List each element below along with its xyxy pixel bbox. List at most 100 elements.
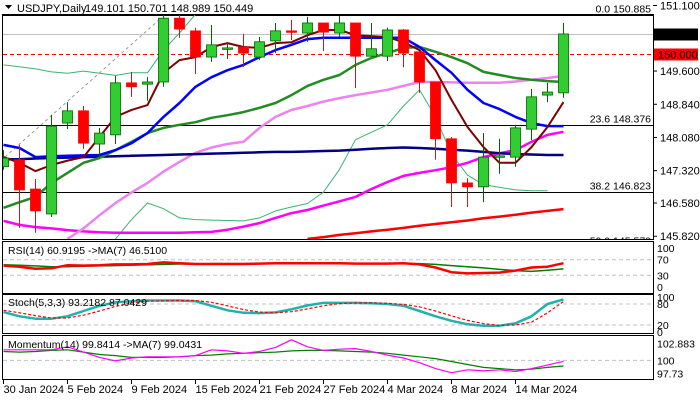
symbol-title: USDJPY,Daily xyxy=(17,3,87,15)
candle-body xyxy=(142,81,153,85)
candle[interactable] xyxy=(0,150,9,170)
candle[interactable] xyxy=(558,22,569,98)
candle-body xyxy=(3,157,9,168)
candle-body xyxy=(494,155,505,158)
indicator-axis-label: 70 xyxy=(657,255,669,267)
candle[interactable] xyxy=(526,88,537,141)
price-axis-label: 148.080 xyxy=(660,132,700,144)
candle-body xyxy=(110,82,121,136)
momentum-label: Momentum(14) 99.8414 ->MA(7) 99.0431 xyxy=(8,339,202,351)
candle-body xyxy=(558,33,569,94)
candle-body xyxy=(318,22,329,33)
candle-body xyxy=(478,156,489,188)
candle[interactable] xyxy=(254,36,265,61)
price-axis-label: 146.580 xyxy=(660,198,700,210)
time-axis-label: 9 Feb 2024 xyxy=(132,384,188,396)
candle-body xyxy=(414,51,425,83)
candle-body xyxy=(190,30,201,58)
rsi-label: RSI(14) 60.9195 ->MA(7) 46.5100 xyxy=(8,245,167,257)
candle-body xyxy=(446,138,457,184)
fib-level-label: 0.0 150.885 xyxy=(596,4,652,16)
indicator-axis-label: 97.73 xyxy=(657,369,683,381)
time-axis-label: 14 Mar 2024 xyxy=(516,384,578,396)
candle-body xyxy=(430,81,441,140)
candle[interactable] xyxy=(414,51,425,93)
candle-body xyxy=(94,132,105,145)
indicator-axis-label: 80 xyxy=(657,299,669,311)
fib-level-label: 23.6 148.376 xyxy=(590,114,651,126)
indicator-axis-label: 100 xyxy=(657,355,675,367)
ohlc-readout: 149.101 150.701 148.989 150.449 xyxy=(85,3,253,15)
candle[interactable] xyxy=(78,106,89,149)
candle-body xyxy=(334,22,345,34)
candle[interactable] xyxy=(110,75,121,145)
candle[interactable] xyxy=(30,178,41,233)
candle-body xyxy=(542,91,553,96)
candle-body xyxy=(382,29,393,57)
time-axis-label: 5 Feb 2024 xyxy=(68,384,124,396)
time-axis-label: 21 Feb 2024 xyxy=(260,384,322,396)
rsi-panel[interactable] xyxy=(3,259,653,276)
candle-body xyxy=(30,188,41,212)
candle[interactable] xyxy=(494,138,505,174)
candle-body xyxy=(14,159,25,191)
price-axis-label: 151.100 xyxy=(660,1,700,13)
candle-body xyxy=(398,29,409,54)
price-axis-label: 147.320 xyxy=(660,166,700,178)
candle-body xyxy=(270,30,281,42)
candle[interactable] xyxy=(46,114,57,218)
candle[interactable] xyxy=(286,19,297,41)
candle[interactable] xyxy=(382,27,393,61)
candle[interactable] xyxy=(398,29,409,68)
candle-body xyxy=(302,22,313,34)
candle-body xyxy=(366,48,377,57)
candle-body xyxy=(462,182,473,188)
candle[interactable] xyxy=(222,43,233,59)
candle-body xyxy=(238,46,249,54)
indicator-axis-label: 102.883 xyxy=(657,338,695,350)
candle-body xyxy=(62,110,73,124)
time-axis-label: 8 Mar 2024 xyxy=(452,384,508,396)
symbol-menu-triangle-icon[interactable] xyxy=(5,5,12,9)
price-axis-label: 149.600 xyxy=(660,66,700,78)
candle[interactable] xyxy=(158,15,169,87)
alert-price-tag-label: 150.000 xyxy=(658,50,698,62)
trading-chart[interactable]: USDJPY,Daily 149.101 150.701 148.989 150… xyxy=(0,0,700,400)
time-axis-label: 4 Mar 2024 xyxy=(388,384,444,396)
time-axis-label: 27 Feb 2024 xyxy=(324,384,386,396)
candle-body xyxy=(174,17,185,30)
indicator-axis-label: 100 xyxy=(657,243,675,255)
bid-price-tag-label: 150.449 xyxy=(658,30,698,42)
time-axis-label: 15 Feb 2024 xyxy=(196,384,258,396)
indicator-axis-label: 30 xyxy=(657,270,669,282)
candle-body xyxy=(222,47,233,50)
candle-body xyxy=(126,82,137,88)
stochastic-label: Stoch(5,3,3) 93.2182 87.0429 xyxy=(8,297,147,309)
fib-level-label: 38.2 146.823 xyxy=(590,181,651,193)
candle-body xyxy=(206,44,217,58)
candle-body xyxy=(158,17,169,83)
candle[interactable] xyxy=(14,144,25,228)
time-axis-label: 30 Jan 2024 xyxy=(4,384,65,396)
price-axis-label: 148.840 xyxy=(660,99,700,111)
candle-body xyxy=(46,125,57,215)
candle-body xyxy=(286,30,297,33)
ma-red-line xyxy=(307,207,564,239)
price-axis-label: 145.820 xyxy=(660,231,700,243)
candle[interactable] xyxy=(126,71,137,97)
candle-body xyxy=(78,110,89,144)
candle[interactable] xyxy=(190,27,201,75)
candle-body xyxy=(350,22,361,57)
candle[interactable] xyxy=(206,25,217,62)
candle[interactable] xyxy=(446,137,457,207)
candle[interactable] xyxy=(366,22,377,57)
indicator-axis-label: 0 xyxy=(657,327,663,339)
ma-violet-line xyxy=(66,74,564,239)
candle[interactable] xyxy=(542,82,553,103)
candle-body xyxy=(526,96,537,130)
candle-body xyxy=(510,127,521,158)
candle[interactable] xyxy=(350,22,361,89)
candle-body xyxy=(254,41,265,58)
candle[interactable] xyxy=(334,15,345,37)
price-panel[interactable] xyxy=(0,0,653,247)
